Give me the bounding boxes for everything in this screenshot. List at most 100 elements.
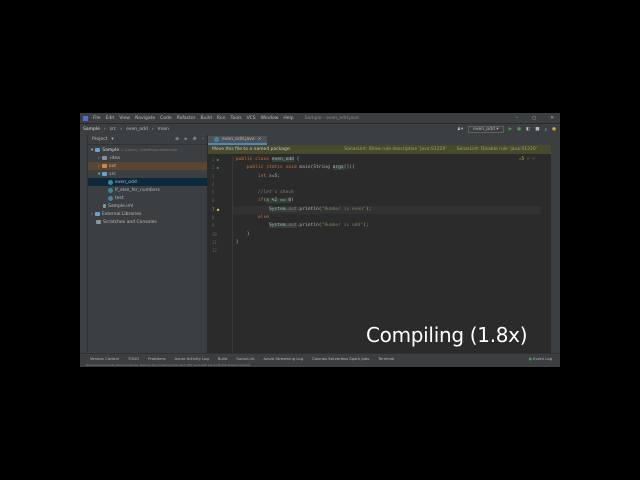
tree-label: Sample xyxy=(102,147,120,153)
settings-icon[interactable]: ⚙ xyxy=(193,137,197,142)
tree-label: if_else_for_numbers xyxy=(115,187,160,193)
menu-edit[interactable]: Edit xyxy=(106,116,115,121)
tree-item-external-libraries[interactable]: › External Libraries xyxy=(88,210,207,218)
tool-cosmos-spark[interactable]: Cosmos Serverless Spark Jobs xyxy=(312,356,369,361)
menu-build[interactable]: Build xyxy=(201,116,212,121)
menu-refactor[interactable]: Refactor xyxy=(177,116,196,121)
tree-item-if-else[interactable]: if_else_for_numbers xyxy=(88,186,207,194)
tree-item-scratches[interactable]: Scratches and Consoles xyxy=(88,218,207,226)
tree-item-src[interactable]: ▾ src xyxy=(88,170,207,178)
warning-count[interactable]: ⚠5 ˄ ˅ xyxy=(519,156,535,164)
line-number: 4 xyxy=(212,181,215,187)
tool-window-bar: Version Control TODO Problems Azure Acti… xyxy=(80,353,560,362)
minimize-button[interactable]: – xyxy=(516,116,518,121)
line-number: 9 xyxy=(212,223,215,229)
project-panel-title[interactable]: Project xyxy=(92,137,107,142)
coverage-icon[interactable]: ◧ xyxy=(526,127,530,132)
menu-window[interactable]: Window xyxy=(261,116,279,121)
hide-icon[interactable]: – xyxy=(202,137,204,142)
breadcrumb-method[interactable]: main xyxy=(158,127,169,132)
line-number: 2 xyxy=(212,165,215,171)
menu-view[interactable]: View xyxy=(119,116,130,121)
tool-build[interactable]: Build xyxy=(218,356,228,361)
java-class-icon xyxy=(108,195,113,201)
line-number: 11 xyxy=(212,239,217,245)
menu-vcs[interactable]: VCS xyxy=(247,116,256,121)
warning-count-label: 5 xyxy=(521,157,525,162)
line-number: 12 xyxy=(212,248,217,254)
tab-label: even_odd.java xyxy=(222,137,255,142)
close-tab-icon[interactable]: × xyxy=(258,137,262,142)
collapse-icon[interactable]: ≑ xyxy=(184,137,188,142)
editor-tabs: even_odd.java × xyxy=(208,135,551,145)
menu-code[interactable]: Code xyxy=(160,116,172,121)
tool-todo[interactable]: TODO xyxy=(128,356,139,361)
lightbulb-icon[interactable]: ● xyxy=(217,207,219,212)
tab-even-odd[interactable]: even_odd.java × xyxy=(208,136,268,145)
java-class-icon xyxy=(108,187,113,193)
menu-bar: File Edit View Navigate Code Refactor Bu… xyxy=(80,113,560,123)
tool-version-control[interactable]: Version Control xyxy=(90,356,119,361)
left-tool-strip xyxy=(80,135,88,353)
tool-sonarlint[interactable]: SonarLint xyxy=(236,356,254,361)
run-icon[interactable]: ▶ xyxy=(509,127,512,132)
tree-item-test[interactable]: test xyxy=(88,194,207,202)
update-icon[interactable]: ● xyxy=(552,127,556,132)
tool-terminal[interactable]: Terminal xyxy=(378,356,394,361)
maximize-button[interactable]: ▢ xyxy=(532,116,536,121)
code-line: System.out.println("Number is even"); xyxy=(233,205,541,215)
tree-label: Sample.iml xyxy=(108,203,134,209)
project-panel-header: Project ▾ ⊗ ≑ ⚙ – xyxy=(88,135,207,145)
line-number: 7 xyxy=(212,206,215,212)
menu-file[interactable]: File xyxy=(93,116,101,121)
search-icon[interactable]: ⌕ xyxy=(545,127,548,133)
disable-rule-link[interactable]: SonarLint: Disable rule 'java:S1220' xyxy=(457,147,537,152)
tool-azure-activity-log[interactable]: Azure Activity Log xyxy=(175,356,209,361)
tree-item-out[interactable]: › out xyxy=(88,162,207,170)
event-log-label: Event Log xyxy=(533,355,552,361)
locate-icon[interactable]: ⊗ xyxy=(175,137,179,142)
code-editor[interactable]: even_odd.java × Move this file to a named… xyxy=(208,135,551,353)
video-overlay-caption: Compiling (1.8x) xyxy=(366,323,528,347)
tree-label: .idea xyxy=(108,155,120,161)
breadcrumb-project[interactable]: Sample xyxy=(83,127,100,132)
tree-item-iml[interactable]: Sample.iml xyxy=(88,202,207,210)
event-log-button[interactable]: ● Event Log xyxy=(529,356,560,361)
menu-navigate[interactable]: Navigate xyxy=(135,116,155,121)
tree-label: src xyxy=(109,171,116,177)
project-panel: Project ▾ ⊗ ≑ ⚙ – ▾ Sample C:\Users\...\Ide… xyxy=(88,135,208,353)
code-line: } xyxy=(233,239,239,245)
status-message[interactable]: Download pre-built shared indexes: Reduc… xyxy=(86,363,250,367)
java-class-icon xyxy=(214,137,219,142)
tree-item-sample[interactable]: ▾ Sample C:\Users\...\IdeaProjects\Sample xyxy=(88,146,207,154)
tree-label: Scratches and Consoles xyxy=(103,219,157,225)
menu-help[interactable]: Help xyxy=(283,116,293,121)
user-icon[interactable]: ♟▾ xyxy=(457,127,463,132)
tree-label: out xyxy=(108,163,117,169)
breadcrumb-src[interactable]: src xyxy=(110,127,117,132)
menu-tools[interactable]: Tools xyxy=(230,116,241,121)
menu-run[interactable]: Run xyxy=(217,116,226,121)
code-line: int x=5; xyxy=(257,173,281,179)
tool-azure-streaming-log[interactable]: Azure Streaming Log xyxy=(264,356,304,361)
event-log-icon: ● xyxy=(528,355,532,361)
stop-icon[interactable]: ■ xyxy=(535,127,539,132)
run-config-select[interactable]: even_odd ▾ xyxy=(468,126,504,133)
close-button[interactable]: ✕ xyxy=(550,116,554,121)
tool-problems[interactable]: Problems xyxy=(148,356,166,361)
window-title: Sample - even_odd.java xyxy=(304,115,359,121)
tree-label: test xyxy=(115,195,124,201)
navigation-bar: Sample › src › even_odd › main ♟▾ even_odd … xyxy=(80,123,560,135)
line-number: 3 xyxy=(212,173,215,179)
code-line: else xyxy=(257,215,269,221)
show-rule-link[interactable]: SonarLint: Show rule description 'java:S… xyxy=(344,147,446,152)
status-bar: Download pre-built shared indexes: Reduc… xyxy=(80,362,560,367)
debug-icon[interactable]: ● xyxy=(517,127,521,132)
run-config-label: even_odd xyxy=(473,127,495,132)
breadcrumb-class[interactable]: even_odd xyxy=(126,127,148,132)
line-number: 1 xyxy=(212,157,215,162)
run-gutter-icon[interactable]: ▶ xyxy=(217,165,219,170)
tree-item-even-odd[interactable]: even_odd xyxy=(88,178,207,186)
run-gutter-icon[interactable]: ▶ xyxy=(217,157,219,162)
tree-item-idea[interactable]: › .idea xyxy=(88,154,207,162)
